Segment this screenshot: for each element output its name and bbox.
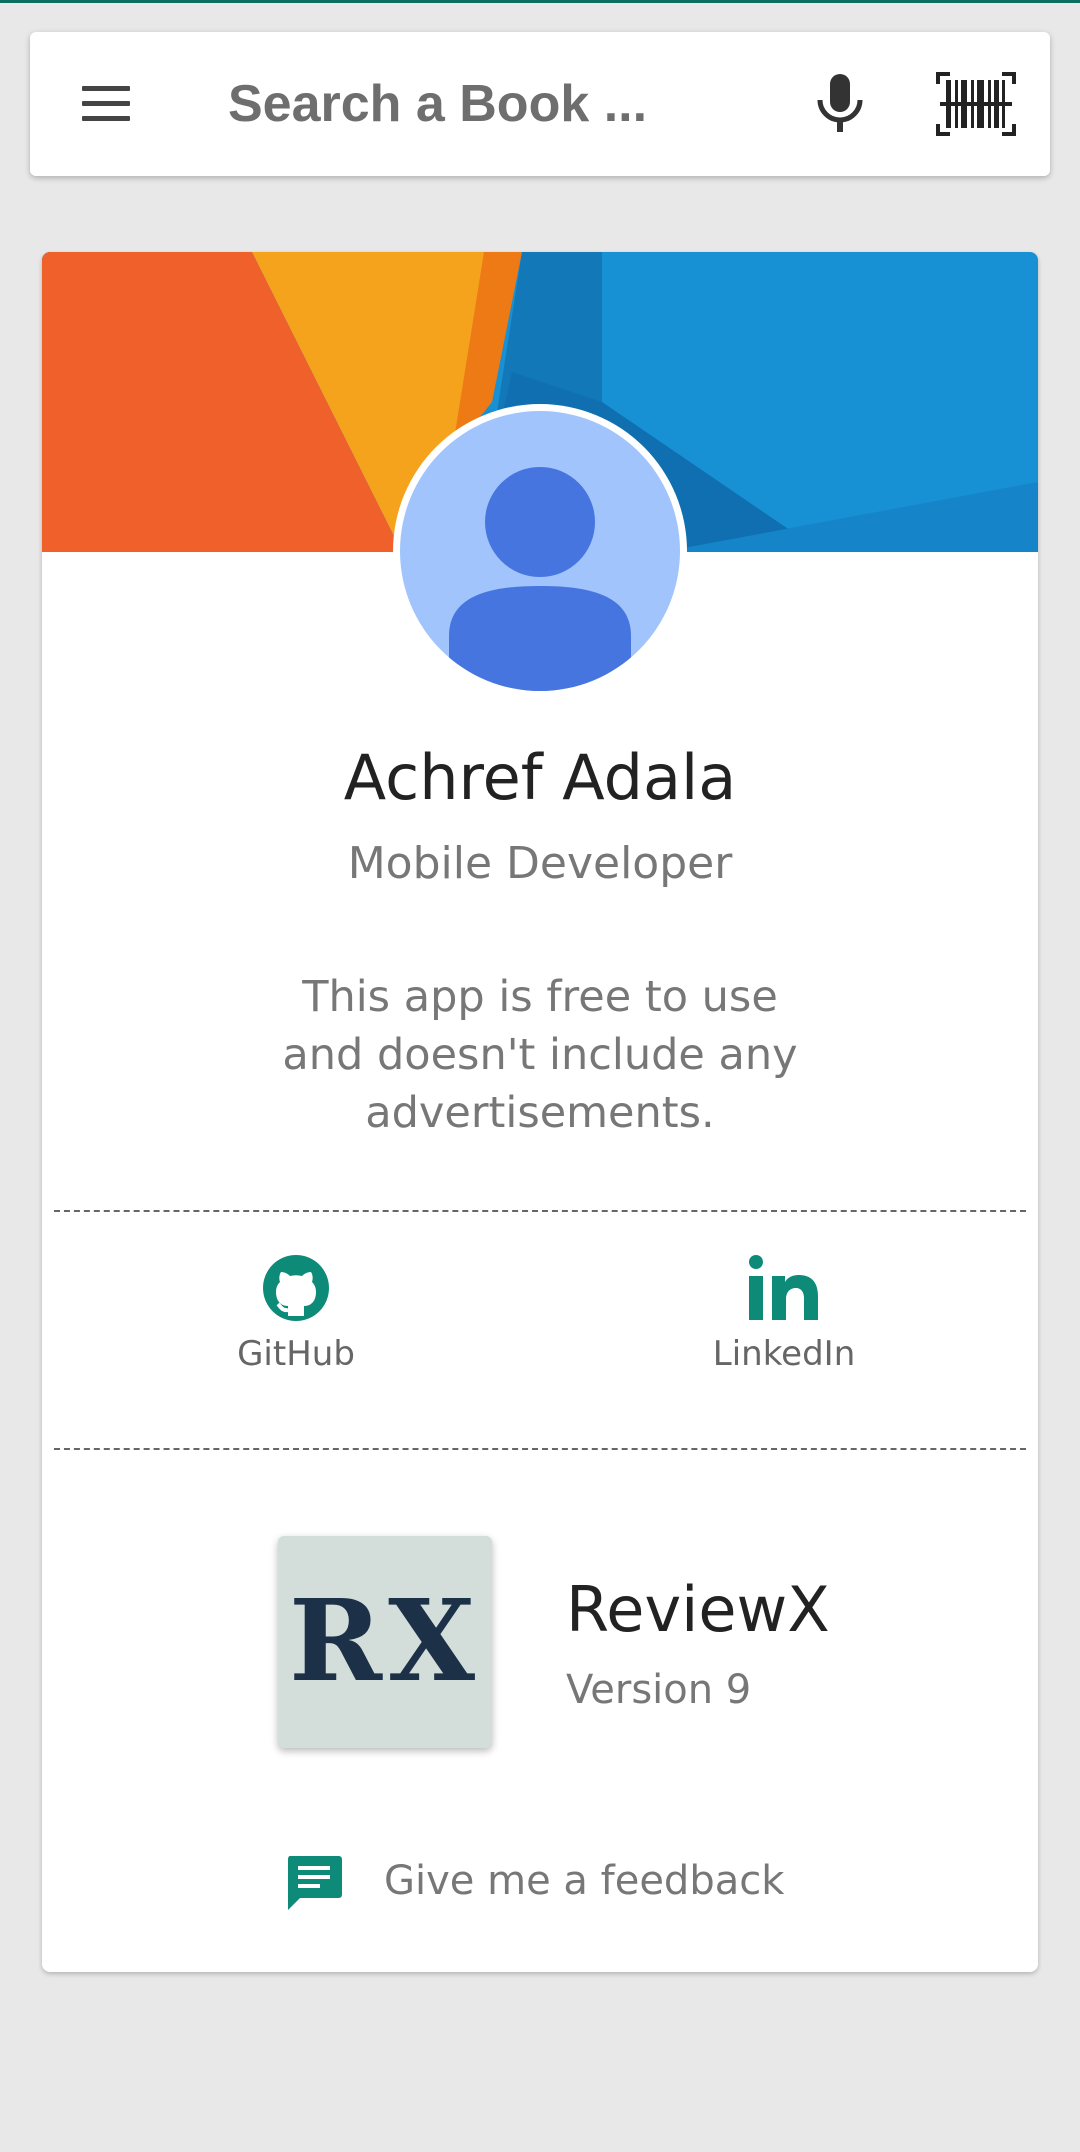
feedback-chat-icon: [288, 1856, 342, 1910]
github-link[interactable]: GitHub: [166, 1254, 426, 1376]
profile-role: Mobile Developer: [347, 838, 733, 889]
app-logo: RX: [278, 1536, 492, 1748]
app-notice-line: advertisements.: [365, 1088, 715, 1138]
divider: [54, 1210, 1026, 1212]
barcode-scan-icon[interactable]: [936, 72, 1016, 136]
feedback-button[interactable]: Give me a feedback: [284, 1846, 844, 1916]
linkedin-label: LinkedIn: [712, 1334, 856, 1374]
search-input[interactable]: Search a Book ...: [228, 72, 647, 136]
app-notice-line: and doesn't include any: [282, 1030, 798, 1080]
linkedin-link[interactable]: LinkedIn: [654, 1254, 914, 1376]
app-version: Version 9: [566, 1667, 752, 1713]
profile-card: Achref Adala Mobile Developer This app i…: [42, 252, 1038, 1972]
hamburger-menu-icon[interactable]: [78, 76, 134, 132]
app-notice: This app is free to use and doesn't incl…: [190, 968, 890, 1142]
app-name: ReviewX: [566, 1573, 830, 1646]
divider: [54, 1448, 1026, 1450]
app-notice-line: This app is free to use: [302, 972, 778, 1022]
github-label: GitHub: [237, 1334, 355, 1374]
feedback-label: Give me a feedback: [384, 1858, 785, 1904]
app-logo-text: RX: [289, 1576, 481, 1707]
profile-name: Achref Adala: [343, 741, 737, 814]
search-bar[interactable]: Search a Book ...: [30, 32, 1050, 176]
microphone-icon[interactable]: [804, 68, 876, 140]
person-avatar-icon: [393, 404, 687, 698]
linkedin-icon: [749, 1255, 818, 1320]
status-accent-line: [0, 0, 1080, 3]
github-icon: [263, 1255, 329, 1321]
